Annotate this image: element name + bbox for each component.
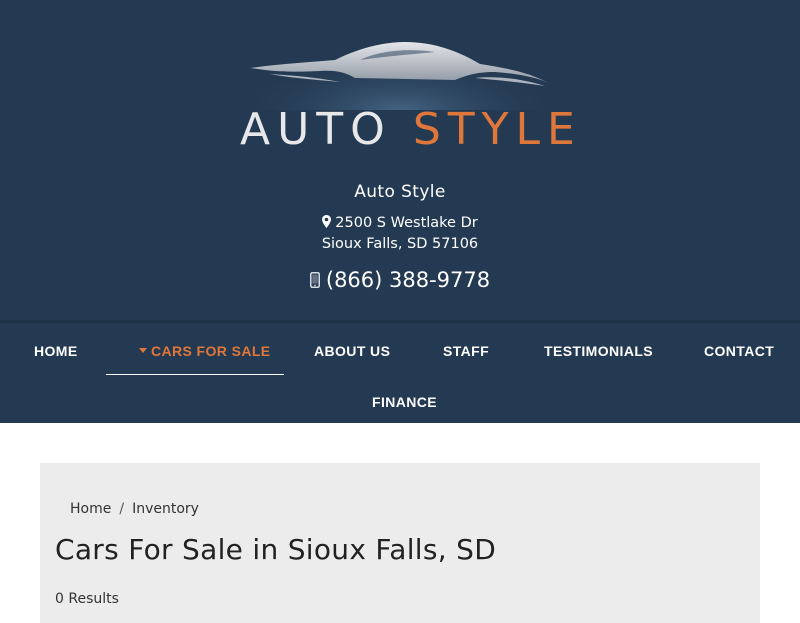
nav-item-finance[interactable]: FINANCE bbox=[372, 394, 437, 410]
breadcrumb: Home / Inventory bbox=[70, 501, 199, 517]
results-count: 0 Results bbox=[55, 591, 119, 607]
site-header: AUTO STYLE Auto Style 2500 S Westlake Dr… bbox=[0, 0, 800, 320]
page-title: Cars For Sale in Sioux Falls, SD bbox=[55, 533, 497, 566]
active-nav-underline bbox=[106, 374, 284, 375]
address-line1-text: 2500 S Westlake Dr bbox=[335, 215, 478, 231]
main-nav: HOME CARS FOR SALE ABOUT US STAFF TESTIM… bbox=[0, 320, 800, 423]
phone-number-text: (866) 388-9778 bbox=[325, 268, 491, 292]
dealer-name: Auto Style bbox=[354, 182, 446, 202]
dealer-phone[interactable]: (866) 388-9778 bbox=[0, 268, 800, 292]
breadcrumb-separator: / bbox=[119, 501, 125, 517]
nav-item-cars-for-sale[interactable]: CARS FOR SALE bbox=[139, 343, 271, 359]
nav-item-contact[interactable]: CONTACT bbox=[704, 343, 774, 359]
dealer-address-line2[interactable]: Sioux Falls, SD 57106 bbox=[0, 236, 800, 252]
caret-down-icon bbox=[139, 348, 147, 353]
logo-wordmark: AUTO STYLE bbox=[240, 108, 575, 152]
nav-item-testimonials[interactable]: TESTIMONIALS bbox=[544, 343, 653, 359]
auto-style-logo[interactable]: AUTO STYLE bbox=[240, 20, 575, 155]
car-silhouette-icon bbox=[250, 30, 550, 110]
nav-item-cars-for-sale-label: CARS FOR SALE bbox=[151, 343, 271, 359]
logo-word-style: STYLE bbox=[412, 104, 582, 155]
inventory-header-panel: Home / Inventory Cars For Sale in Sioux Fa… bbox=[40, 463, 760, 623]
breadcrumb-inventory-link[interactable]: Inventory bbox=[132, 501, 199, 517]
nav-item-home[interactable]: HOME bbox=[34, 343, 78, 359]
logo-word-auto: AUTO bbox=[240, 104, 392, 155]
map-pin-icon bbox=[322, 215, 332, 228]
dealer-address-line1[interactable]: 2500 S Westlake Dr bbox=[0, 215, 800, 231]
breadcrumb-home-link[interactable]: Home bbox=[70, 501, 111, 517]
nav-item-about-us[interactable]: ABOUT US bbox=[314, 343, 390, 359]
nav-item-staff[interactable]: STAFF bbox=[443, 343, 489, 359]
mobile-phone-icon bbox=[309, 272, 320, 288]
